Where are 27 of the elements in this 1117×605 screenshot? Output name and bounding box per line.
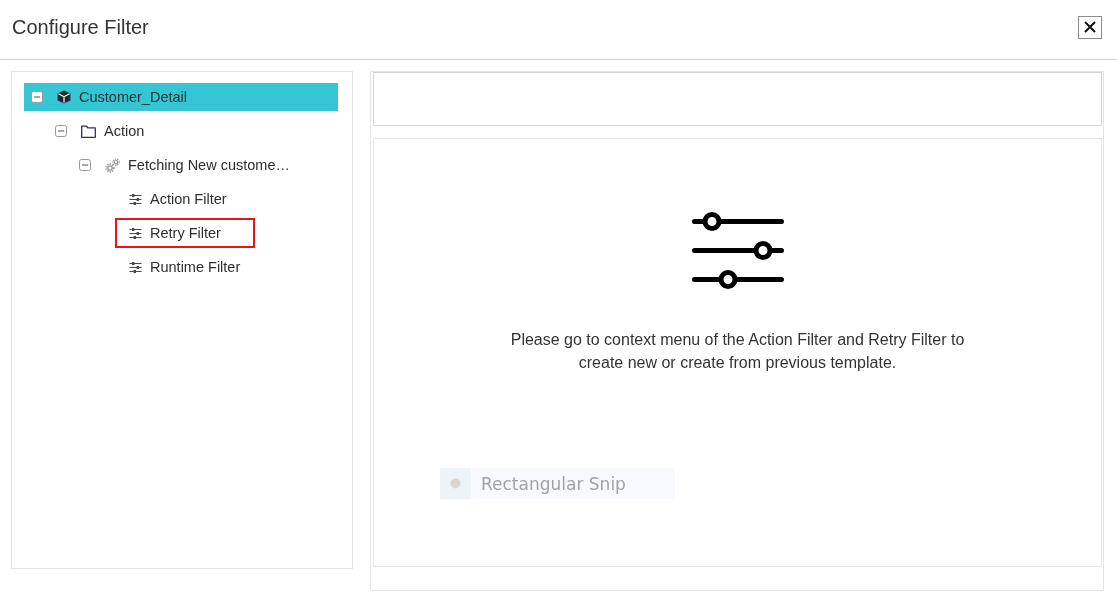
tree-item[interactable]: Retry Filter bbox=[24, 219, 338, 247]
gears-icon bbox=[105, 157, 120, 173]
tree-item[interactable]: Action Filter bbox=[24, 185, 338, 213]
close-button[interactable] bbox=[1078, 15, 1102, 39]
collapse-icon[interactable] bbox=[31, 91, 43, 103]
tree-label: Action Filter bbox=[150, 191, 227, 207]
tree-item[interactable]: Fetching New custome… bbox=[24, 151, 338, 179]
dialog-title: Configure Filter bbox=[12, 15, 149, 39]
snip-label: Rectangular Snip bbox=[481, 473, 626, 494]
close-icon bbox=[1084, 21, 1096, 33]
sliders-icon bbox=[129, 193, 142, 205]
tree-label: Retry Filter bbox=[150, 225, 221, 241]
collapse-icon[interactable] bbox=[55, 125, 67, 137]
tree-item[interactable]: Runtime Filter bbox=[24, 253, 338, 281]
tree-label: Action bbox=[104, 123, 145, 139]
sliders-icon bbox=[691, 212, 784, 290]
tree-label: Customer_Detail bbox=[79, 89, 187, 105]
tree-label: Fetching New custome… bbox=[128, 157, 290, 173]
sliders-icon bbox=[129, 261, 142, 273]
tree-item[interactable]: Action bbox=[24, 117, 338, 145]
folder-icon bbox=[81, 124, 96, 138]
collapse-icon[interactable] bbox=[79, 159, 91, 171]
sliders-icon bbox=[129, 227, 142, 239]
empty-state-message: Please go to context menu of the Action Filter and Retry Filter to create new or create from previous template. bbox=[509, 330, 966, 373]
tree-label: Runtime Filter bbox=[150, 259, 241, 275]
tree-item[interactable]: Customer_Detail bbox=[24, 83, 338, 111]
cube-icon bbox=[57, 90, 71, 104]
